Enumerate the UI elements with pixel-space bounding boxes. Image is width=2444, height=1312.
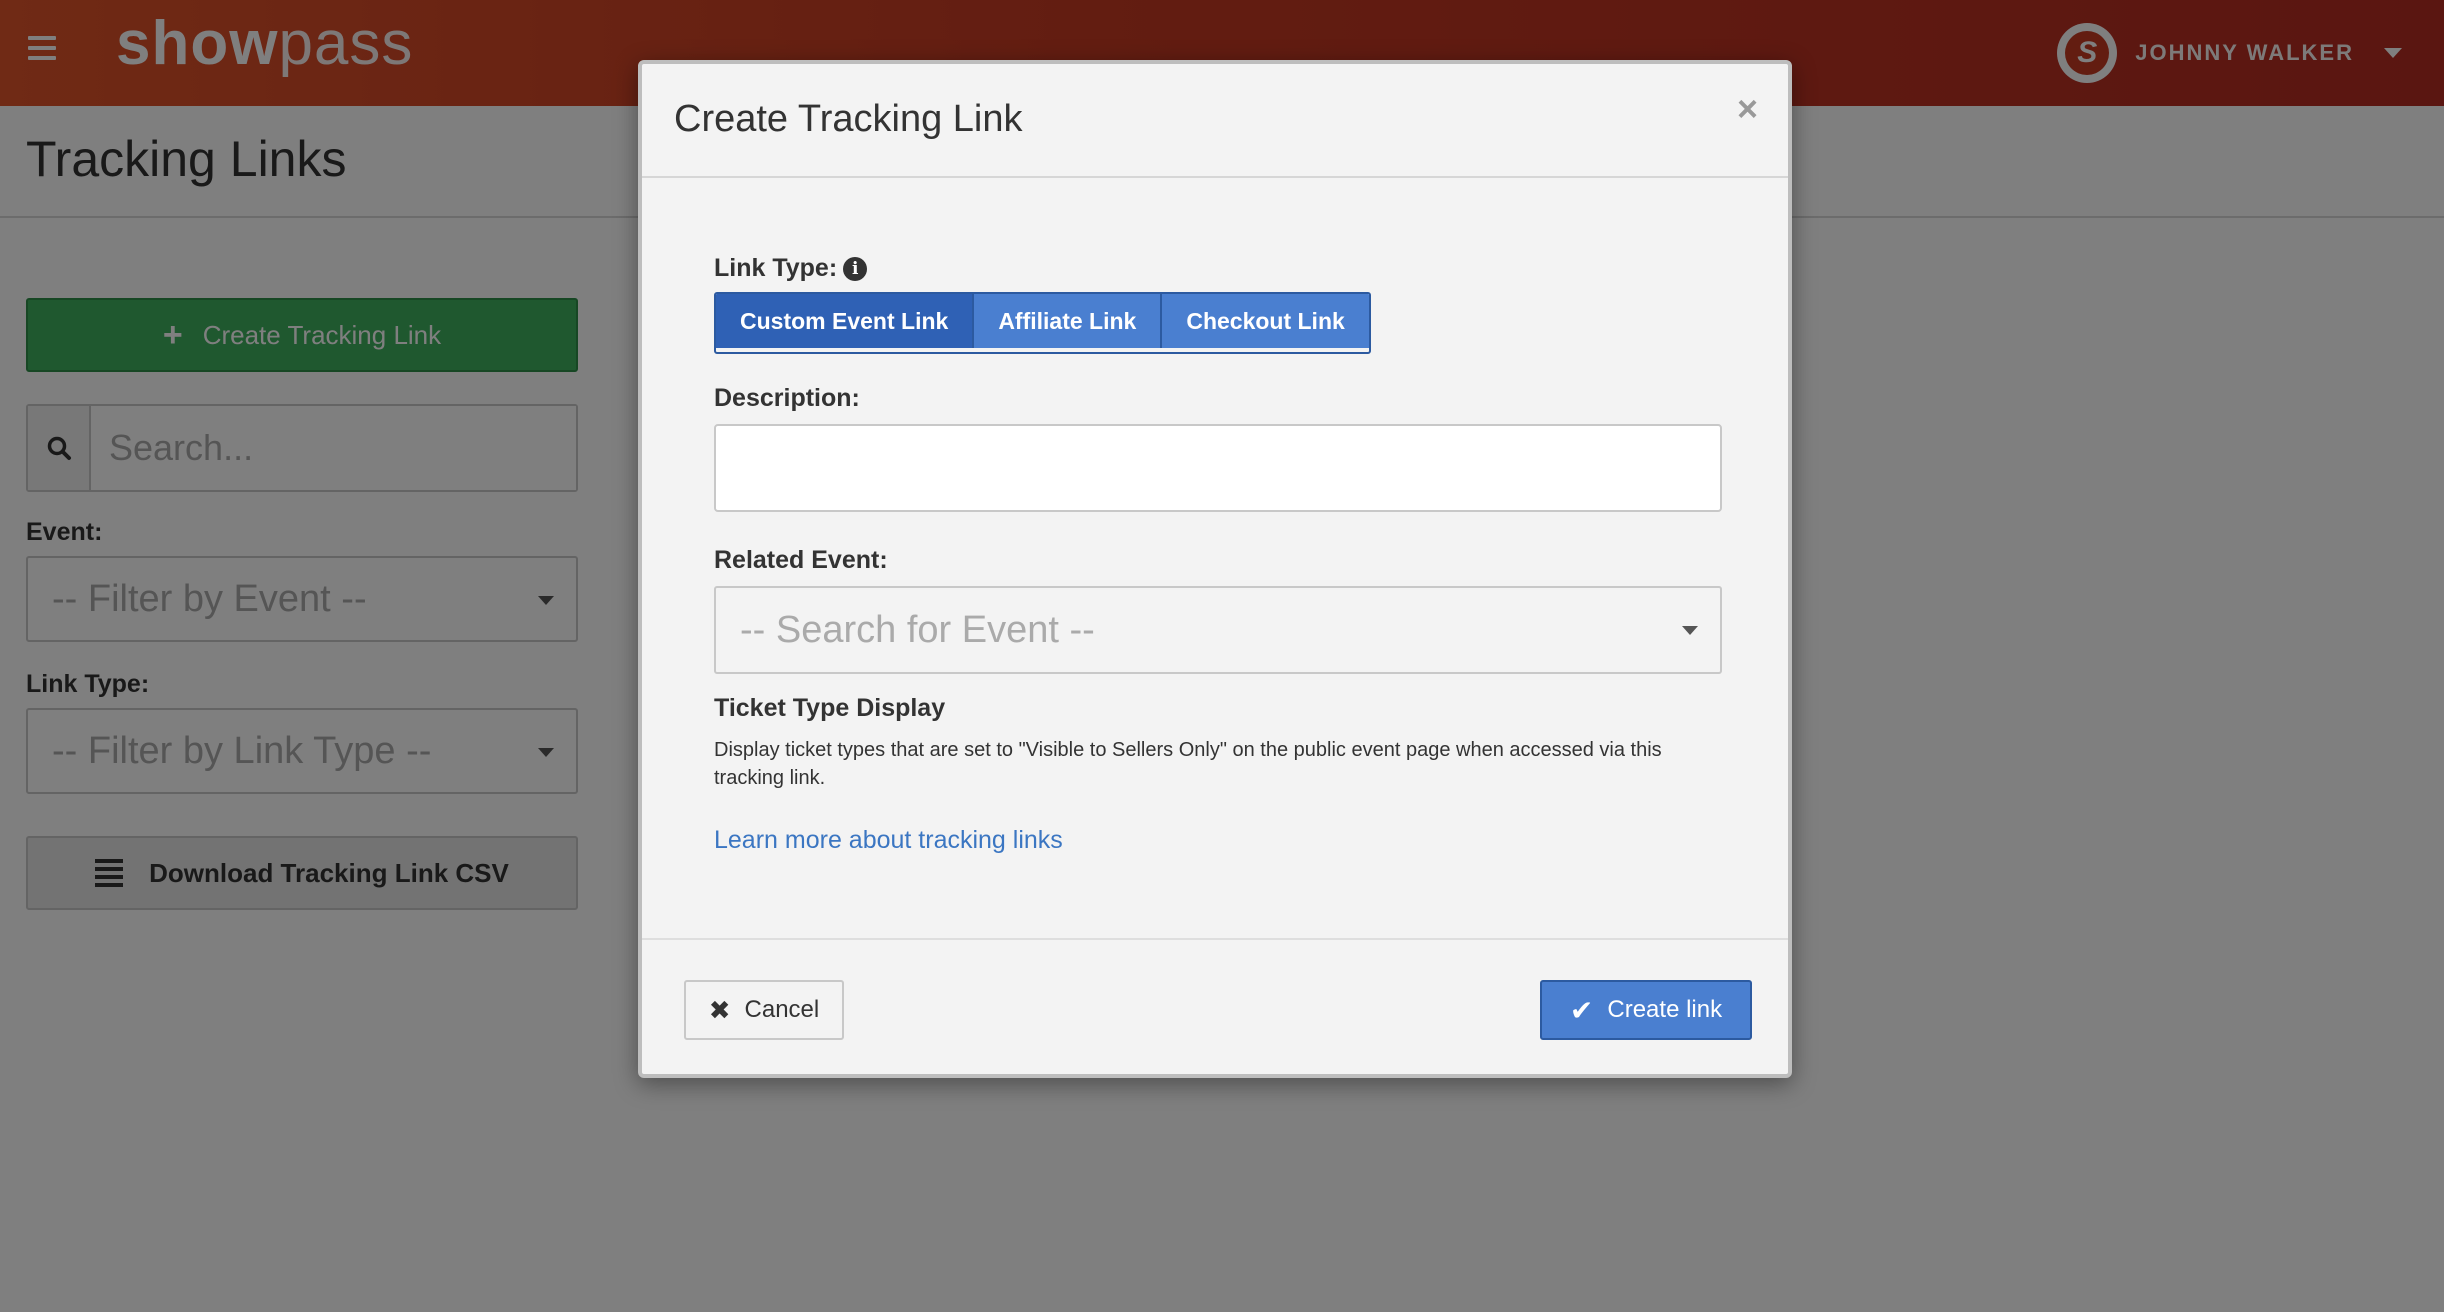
modal-title: Create Tracking Link — [674, 98, 1023, 140]
related-event-label: Related Event: — [714, 546, 888, 574]
close-icon: ✖ — [708, 994, 731, 1025]
ticket-type-display-title: Ticket Type Display — [714, 694, 946, 722]
link-type-custom-event[interactable]: Custom Event Link — [716, 294, 975, 348]
info-icon[interactable]: i — [843, 257, 868, 282]
create-link-label: Create link — [1607, 996, 1723, 1023]
learn-more-link[interactable]: Learn more about tracking links — [714, 826, 1063, 855]
link-type-checkout[interactable]: Checkout Link — [1162, 294, 1369, 348]
link-type-label: Link Type: i — [714, 254, 868, 283]
modal-header: Create Tracking Link × — [642, 64, 1788, 178]
link-type-toggle: Custom Event Link Affiliate Link Checkou… — [714, 292, 1371, 354]
close-icon[interactable]: × — [1737, 88, 1758, 130]
create-link-button[interactable]: ✔ Create link — [1540, 980, 1752, 1040]
cancel-label: Cancel — [744, 996, 820, 1023]
dropdown-arrow-icon — [1682, 626, 1698, 635]
description-field[interactable] — [714, 424, 1722, 512]
ticket-type-display-description: Display ticket types that are set to "Vi… — [714, 739, 1662, 789]
description-label: Description: — [714, 384, 860, 412]
modal-footer-divider — [642, 938, 1788, 940]
cancel-button[interactable]: ✖ Cancel — [684, 980, 844, 1040]
link-type-affiliate[interactable]: Affiliate Link — [974, 294, 1163, 348]
related-event-placeholder: -- Search for Event -- — [740, 608, 1095, 651]
related-event-select[interactable]: -- Search for Event -- — [714, 586, 1722, 674]
check-icon: ✔ — [1569, 994, 1594, 1026]
create-tracking-link-modal: Create Tracking Link × Link Type: i Custo… — [638, 60, 1792, 1078]
